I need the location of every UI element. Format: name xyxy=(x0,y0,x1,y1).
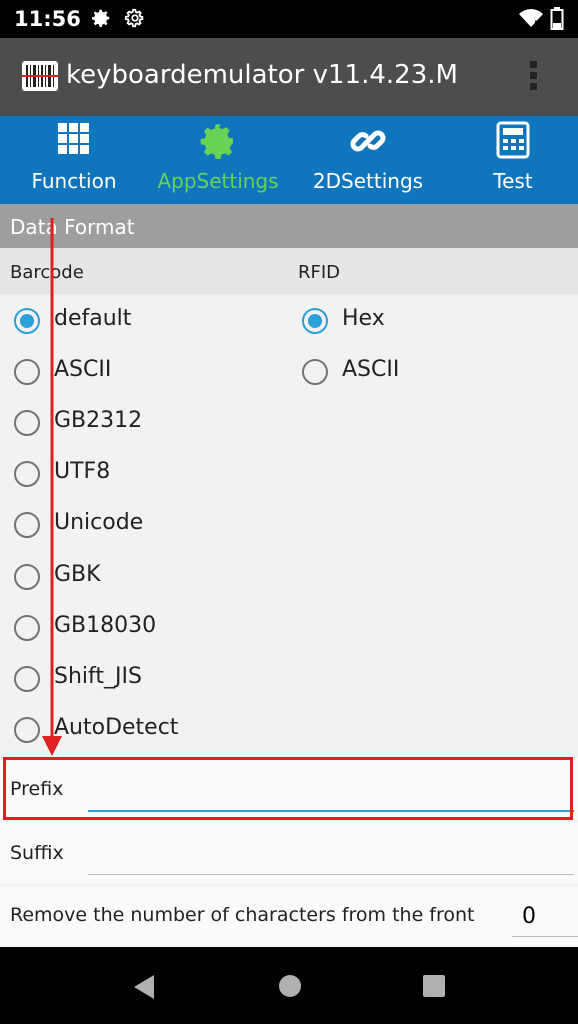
overflow-menu-icon[interactable] xyxy=(526,58,540,96)
radio-label: Hex xyxy=(342,306,385,331)
svg-text:5: 5 xyxy=(534,20,540,29)
radio-label: ASCII xyxy=(54,357,112,382)
settings-outline-icon xyxy=(124,7,146,33)
format-options: default ASCII GB2312 UTF8 Unicode GBK GB… xyxy=(0,294,578,754)
recents-icon[interactable] xyxy=(422,974,446,998)
calculator-icon xyxy=(496,121,530,159)
radio-label: GB18030 xyxy=(54,613,157,638)
wifi-icon: 5 xyxy=(518,7,544,33)
tab-bar: Function AppSettings 2DSettings Test xyxy=(0,116,578,204)
back-icon[interactable] xyxy=(130,973,158,1001)
app-title: keyboardemulator v11.4.23.M xyxy=(66,60,458,90)
tab-test-label: Test xyxy=(493,169,533,193)
settings-notification-icon xyxy=(90,7,112,33)
radio-label: ASCII xyxy=(342,357,400,382)
radio-button[interactable] xyxy=(302,359,328,385)
prefix-input[interactable] xyxy=(88,774,574,812)
radio-button[interactable] xyxy=(14,615,40,641)
radio-button[interactable] xyxy=(14,666,40,692)
tab-appsettings-label: AppSettings xyxy=(157,169,279,193)
radio-button[interactable] xyxy=(14,359,40,385)
data-format-title: Data Format xyxy=(10,215,135,239)
tab-2dsettings[interactable]: 2DSettings xyxy=(288,116,448,204)
tab-function-label: Function xyxy=(31,169,117,193)
radio-button[interactable] xyxy=(14,717,40,743)
radio-label: default xyxy=(54,306,132,331)
radio-label: AutoDetect xyxy=(54,715,179,740)
status-bar: 11:56 5 xyxy=(0,0,578,38)
suffix-row: Suffix xyxy=(0,822,578,884)
gear-icon xyxy=(200,124,233,159)
barcode-logo-icon xyxy=(22,61,58,95)
remove-front-input[interactable] xyxy=(512,896,578,937)
radio-button[interactable] xyxy=(14,461,40,487)
tab-test[interactable]: Test xyxy=(448,116,578,204)
radio-button[interactable] xyxy=(14,512,40,538)
radio-label: GB2312 xyxy=(54,408,143,433)
battery-icon xyxy=(550,7,564,35)
radio-button[interactable] xyxy=(14,410,40,436)
radio-label: GBK xyxy=(54,562,101,587)
remove-front-label: Remove the number of characters from the… xyxy=(10,904,475,926)
app-bar: keyboardemulator v11.4.23.M xyxy=(0,38,578,116)
link-icon xyxy=(350,130,386,152)
radio-label: Shift_JIS xyxy=(54,664,142,689)
remove-front-row: Remove the number of characters from the… xyxy=(0,886,578,947)
prefix-row: Prefix xyxy=(0,758,578,820)
grid-icon xyxy=(58,123,89,154)
home-icon[interactable] xyxy=(278,974,302,998)
radio-label: UTF8 xyxy=(54,459,111,484)
format-column-headers: Barcode RFID xyxy=(0,248,578,294)
tab-2dsettings-label: 2DSettings xyxy=(312,169,424,193)
suffix-input[interactable] xyxy=(88,838,574,875)
data-format-header: Data Format xyxy=(0,204,578,248)
prefix-label: Prefix xyxy=(10,778,64,800)
barcode-column-label: Barcode xyxy=(10,262,84,283)
tab-appsettings[interactable]: AppSettings xyxy=(148,116,288,204)
tab-function[interactable]: Function xyxy=(0,116,148,204)
radio-button[interactable] xyxy=(14,564,40,590)
radio-button[interactable] xyxy=(302,308,328,334)
navigation-bar xyxy=(0,947,578,1024)
radio-button[interactable] xyxy=(14,308,40,334)
status-time: 11:56 xyxy=(14,7,81,31)
rfid-column-label: RFID xyxy=(298,262,341,283)
suffix-label: Suffix xyxy=(10,842,64,864)
radio-label: Unicode xyxy=(54,510,144,535)
